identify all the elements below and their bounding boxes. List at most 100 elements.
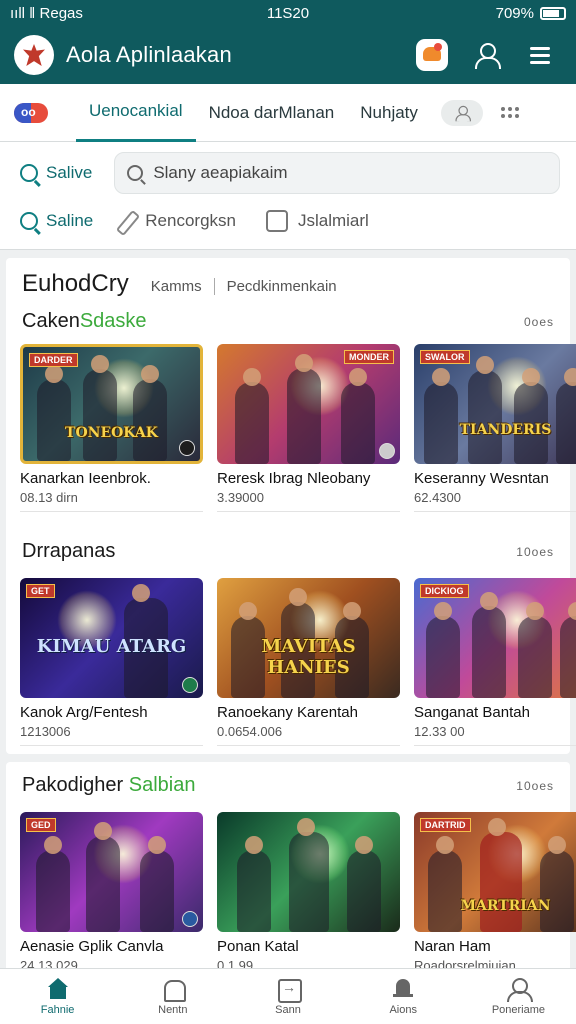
nav-store[interactable]: Nentn [115, 969, 230, 1024]
tile-badge: DARTRID [420, 818, 471, 832]
section-title: Drrapanas [22, 540, 116, 562]
tile-name: Kanarkan Ieenbrok. [20, 470, 151, 487]
nav-notifications[interactable]: Aions [346, 969, 461, 1024]
profile-button[interactable] [464, 33, 508, 77]
maple-leaf-icon [14, 35, 54, 75]
game-thumbnail: SWALOR TIANDERIS [414, 344, 576, 464]
section-title: Pakodigher Salbian [22, 774, 196, 796]
section-more-link[interactable]: 10oes [516, 545, 554, 559]
tile-art-caption: TONEOKAK [65, 425, 158, 441]
tile-name: Ponan Katal [217, 938, 299, 955]
battery-icon [539, 6, 566, 20]
tile-row: GET KIMAU ATARG Kanok Arg/Fentesh 121300… [20, 578, 576, 746]
clock: 11S20 [266, 4, 310, 22]
app-title: Aola Aplinlaakan [66, 42, 232, 67]
tile-name: Aenasie Gplik Canvla [20, 938, 164, 955]
tile-art-caption: MAVITAS HANIES [261, 636, 356, 678]
nav-store-label: Nentn [158, 1003, 188, 1016]
tile-price: 08.13 dirn [20, 490, 203, 512]
platform-icon [179, 440, 195, 456]
tile-badge: GED [26, 818, 56, 832]
filter-checkbox[interactable]: Jslalmiarl [265, 210, 369, 232]
carrier-label: ııll ‖ Regas [10, 4, 83, 22]
nav-library[interactable]: Sann [230, 969, 345, 1024]
tile-name: Reresk Ibrag Nleobany [217, 470, 371, 487]
tile-badge: GET [26, 584, 55, 598]
nav-home-label: Fahnie [40, 1003, 75, 1016]
home-icon [46, 977, 70, 1000]
search-icon [20, 164, 38, 182]
tab-2[interactable]: Nuhjaty [347, 84, 431, 142]
tab-search-button[interactable] [440, 99, 483, 126]
search-icon [20, 212, 38, 230]
tab-1[interactable]: Ndoa darMlanan [196, 84, 348, 142]
nav-profile-label: Poneriame [491, 1003, 546, 1016]
tile-badge: SWALOR [420, 350, 470, 364]
section-more-link[interactable]: 10oes [516, 779, 554, 793]
game-tile[interactable]: SWALOR TIANDERIS Keseranny Wesntan 62.43… [414, 344, 576, 512]
filter-chip-2-label: Saline [46, 211, 94, 230]
section-header: Pakodigher Salbian 10oes [22, 774, 554, 797]
game-tile[interactable]: DICKIOG Sanganat Bantah 12.33 00 [414, 578, 576, 746]
tile-art-caption: MARTRIAN [460, 898, 551, 914]
card-title: EuhodCry [22, 270, 129, 297]
game-thumbnail: GED [20, 812, 203, 932]
card-sub-link-1[interactable]: Kamms [151, 278, 202, 295]
section-header: Drrapanas 10oes [22, 540, 554, 563]
game-tile[interactable]: DARTRID MARTRIAN Naran Ham Roadorsrelmiu… [414, 812, 576, 980]
store-icon [161, 978, 186, 1002]
tab-0[interactable]: Uenocankial [76, 84, 196, 142]
game-tile[interactable]: DARDER TONEOKAK Kanarkan Ieenbrok. 08.13… [20, 344, 203, 512]
game-tile[interactable]: MAVITAS HANIES Ranoekany Karentah 0.0654… [217, 578, 400, 746]
game-thumbnail: GET KIMAU ATARG [20, 578, 203, 698]
tile-price: 1213006 [20, 724, 203, 746]
section-title: CakenSdaske [22, 310, 147, 332]
library-icon [276, 978, 302, 1003]
tile-art-caption: TIANDERIS [459, 422, 552, 438]
person-icon [506, 977, 534, 1002]
game-thumbnail [217, 812, 400, 932]
search-input[interactable]: Slany aeapiakaim [114, 152, 560, 194]
filter-chip-1-label: Salive [46, 163, 93, 182]
platform-icon [379, 443, 395, 459]
app-bar: Aola Aplinlaakan [0, 26, 576, 84]
filter-edit[interactable]: Rencorgksn [115, 210, 236, 232]
notification-button[interactable] [410, 33, 454, 77]
more-grid-icon[interactable] [500, 107, 521, 118]
battery-label: 709% [495, 4, 534, 22]
bell-icon [391, 978, 415, 1000]
game-thumbnail: DARDER TONEOKAK [20, 344, 203, 464]
status-icons: 709% [381, 5, 566, 22]
filter-chip-2[interactable]: Saline [20, 211, 93, 231]
menu-button[interactable] [518, 33, 562, 77]
nav-home[interactable]: Fahnie [0, 969, 115, 1024]
tile-name: Ranoekany Karentah [217, 704, 358, 721]
status-bar: ııll ‖ Regas 11S20 709% [0, 0, 576, 26]
tile-art-caption: KIMAU ATARG [36, 636, 187, 657]
nav-profile[interactable]: Poneriame [461, 969, 576, 1024]
platform-icon [182, 677, 198, 693]
game-tile[interactable]: GET KIMAU ATARG Kanok Arg/Fentesh 121300… [20, 578, 203, 746]
search-placeholder: Slany aeapiakaim [153, 163, 288, 182]
game-thumbnail: MONDER [217, 344, 400, 464]
tile-price: 62.4300 [414, 490, 576, 512]
game-tile[interactable]: Ponan Katal 0.1.99 [217, 812, 400, 980]
search-user-icon [455, 105, 471, 121]
game-tile[interactable]: GED Aenasie Gplik Canvla 24.13 029 [20, 812, 203, 980]
section-more-link[interactable]: 0oes [524, 315, 554, 329]
game-thumbnail: DICKIOG [414, 578, 576, 698]
game-tile[interactable]: MONDER Reresk Ibrag Nleobany 3.39000 [217, 344, 400, 512]
tile-name: Naran Ham [414, 938, 491, 955]
game-thumbnail: DARTRID MARTRIAN [414, 812, 576, 932]
section-header: CakenSdaske 0oes [22, 310, 554, 333]
nav-library-label: Sann [275, 1003, 301, 1016]
card-sub-link-2[interactable]: Pecdkinmenkain [213, 278, 337, 295]
filter-chip-1[interactable]: Salive [20, 163, 92, 183]
bottom-nav: Fahnie Nentn Sann Aions Poneriame [0, 968, 576, 1024]
nav-notifications-label: Aions [389, 1003, 417, 1016]
tab-bar: Uenocankial Ndoa darMlanan Nuhjaty [0, 84, 576, 142]
tile-badge: MONDER [344, 350, 394, 364]
tile-badge: DICKIOG [420, 584, 469, 598]
brand-icon[interactable] [14, 102, 48, 123]
filter-checkbox-label: Jslalmiarl [297, 211, 369, 230]
